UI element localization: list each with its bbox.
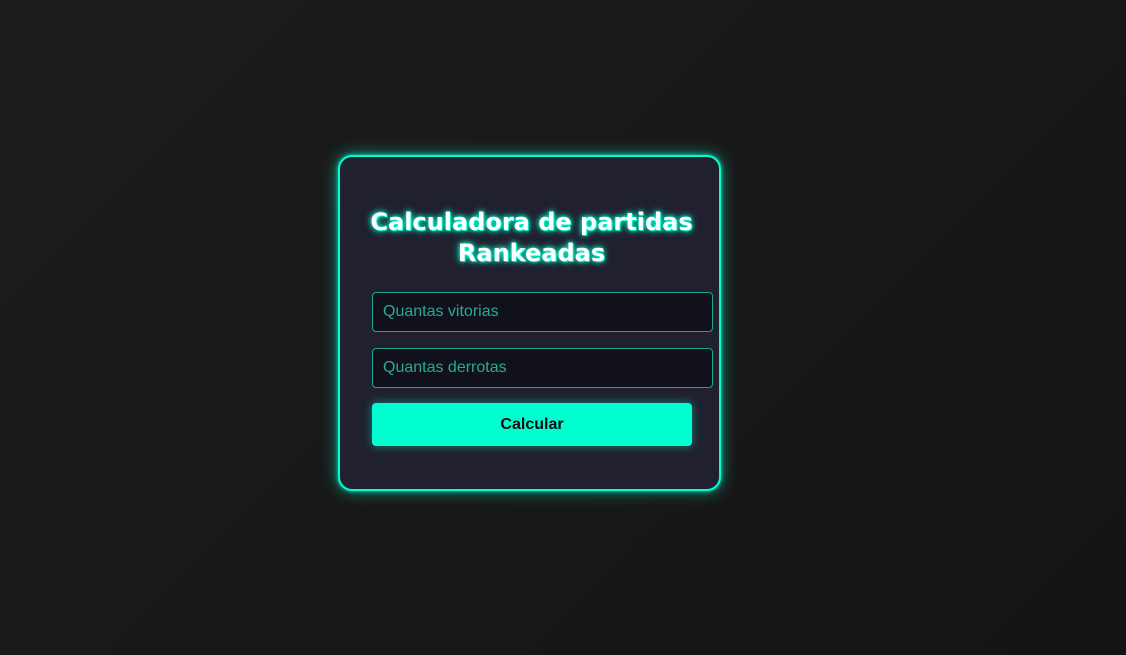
wins-input[interactable] (372, 292, 713, 332)
calculator-card: Calculadora de partidas Rankeadas Calcul… (338, 155, 721, 491)
losses-input[interactable] (372, 348, 713, 388)
calculate-button[interactable]: Calcular (372, 403, 692, 446)
page-title: Calculadora de partidas Rankeadas (340, 207, 723, 269)
page-background: { "calculator": { "title_line1": "Calcul… (0, 0, 1126, 655)
title-line-1: Calculadora de partidas (370, 208, 693, 236)
title-line-2: Rankeadas (457, 239, 606, 267)
